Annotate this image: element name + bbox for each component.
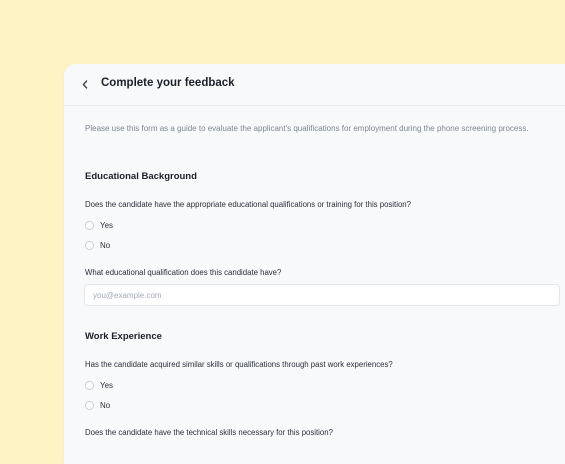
radio-option-label: Yes bbox=[100, 220, 114, 230]
form-intro-text: Please use this form as a guide to evalu… bbox=[85, 124, 529, 133]
radio-option-yes[interactable]: Yes bbox=[85, 219, 113, 231]
form-header: Complete your feedback bbox=[64, 64, 565, 106]
radio-option-no[interactable]: No bbox=[85, 239, 110, 251]
section-title-work-experience: Work Experience bbox=[85, 331, 162, 342]
radio-button[interactable] bbox=[85, 400, 94, 410]
page-title: Complete your feedback bbox=[101, 77, 235, 89]
question-educational-qualifications: Does the candidate have the appropriate … bbox=[85, 200, 411, 209]
chevron-left-icon bbox=[82, 79, 88, 89]
educational-qualification-input[interactable] bbox=[84, 284, 560, 306]
radio-option-yes[interactable]: Yes bbox=[85, 379, 113, 391]
question-past-work-experience: Has the candidate acquired similar skill… bbox=[85, 360, 393, 369]
question-educational-qualification-input: What educational qualification does this… bbox=[85, 268, 282, 277]
section-title-educational-background: Educational Background bbox=[85, 171, 197, 182]
radio-option-label: Yes bbox=[100, 380, 114, 390]
radio-button[interactable] bbox=[85, 240, 94, 250]
radio-button[interactable] bbox=[85, 380, 94, 390]
radio-option-label: No bbox=[100, 240, 111, 250]
question-technical-skills: Does the candidate have the technical sk… bbox=[85, 428, 333, 437]
radio-button[interactable] bbox=[85, 220, 94, 230]
back-button[interactable] bbox=[78, 76, 92, 92]
radio-option-label: No bbox=[100, 400, 111, 410]
radio-option-no[interactable]: No bbox=[85, 399, 110, 411]
feedback-form-card: Complete your feedback Please use this f… bbox=[64, 64, 565, 464]
